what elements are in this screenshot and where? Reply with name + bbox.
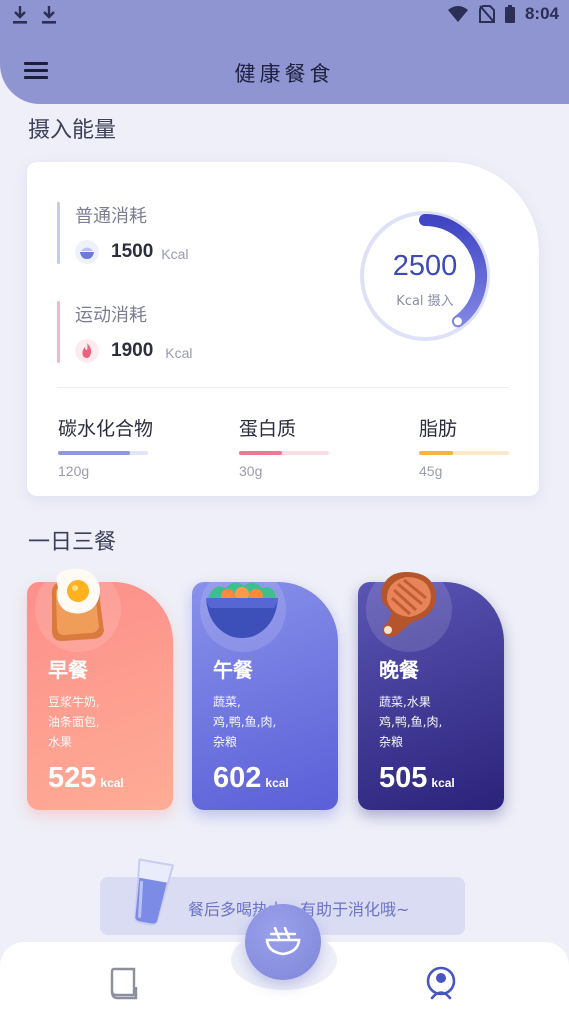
meal-desc: 豆浆牛奶, 油条面包, 水果 <box>48 695 100 749</box>
meals-section-title: 一日三餐 <box>28 530 117 555</box>
meal-kcal: 525 kcal <box>48 762 124 794</box>
no-sim-icon <box>478 5 495 23</box>
intake-value: 2500 <box>392 250 458 282</box>
nutrient-value: 120g <box>58 463 90 479</box>
download-icon <box>13 6 27 24</box>
egg-toast-icon <box>51 568 104 641</box>
nutrient-fat: 脂肪 45g <box>419 414 539 479</box>
water-glass-icon <box>134 858 175 926</box>
clock: 8:04 <box>524 4 559 23</box>
meal-desc: 蔬菜, 鸡,鸭,鱼,肉, 杂粮 <box>213 695 277 749</box>
nutrient-protein: 蛋白质 30g <box>239 414 359 479</box>
flame-icon <box>75 339 99 363</box>
battery-icon <box>504 5 515 23</box>
energy-card: 普通消耗 1500 Kcal 运动消耗 1900 Kcal 2500 Kcal … <box>27 162 539 496</box>
status-bar: 8:04 <box>0 0 569 30</box>
nutrient-value: 45g <box>419 463 443 479</box>
nutrient-track <box>419 451 509 455</box>
nutrient-track <box>239 451 329 455</box>
rice-bowl-icon <box>75 240 99 264</box>
download-icon <box>42 6 56 24</box>
energy-section-title: 摄入能量 <box>28 118 117 143</box>
meal-bowl-button[interactable] <box>245 904 321 980</box>
nutrient-carbs: 碳水化合物 120g <box>58 414 178 479</box>
meal-kcal: 505 kcal <box>379 762 455 794</box>
meal-desc: 蔬菜,水果 鸡,鸭,鱼,肉, 杂粮 <box>379 695 443 749</box>
nutrient-name: 碳水化合物 <box>58 418 154 440</box>
sport-consume-value: 1900 <box>111 340 154 361</box>
sport-consume-bar <box>57 301 60 363</box>
meal-kcal: 602 kcal <box>213 762 289 794</box>
meal-name: 早餐 <box>48 658 88 682</box>
divider <box>57 387 509 388</box>
normal-consume: 普通消耗 1500 Kcal <box>57 202 189 264</box>
book-icon[interactable] <box>108 967 140 1001</box>
nutrient-name: 蛋白质 <box>239 418 297 440</box>
steak-icon <box>381 572 436 637</box>
profile-icon[interactable] <box>424 965 458 1001</box>
normal-consume-unit: Kcal <box>161 246 189 262</box>
meal-name: 晚餐 <box>379 658 419 682</box>
salad-bowl-icon <box>206 582 278 638</box>
normal-consume-value: 1500 <box>111 241 154 262</box>
meal-bowl-icon <box>265 926 301 956</box>
nutrient-value: 30g <box>239 463 263 479</box>
nutrient-name: 脂肪 <box>419 418 458 440</box>
meal-name: 午餐 <box>213 658 253 682</box>
intake-label: Kcal 摄入 <box>396 294 454 309</box>
page-title: 健康餐食 <box>234 62 335 86</box>
nutrient-track <box>58 451 148 455</box>
wifi-icon <box>447 6 468 22</box>
sport-consume: 运动消耗 1900 Kcal <box>57 301 193 363</box>
sport-consume-unit: Kcal <box>165 345 193 361</box>
normal-consume-bar <box>57 202 60 264</box>
sport-consume-label: 运动消耗 <box>75 305 147 326</box>
normal-consume-label: 普通消耗 <box>75 206 147 227</box>
